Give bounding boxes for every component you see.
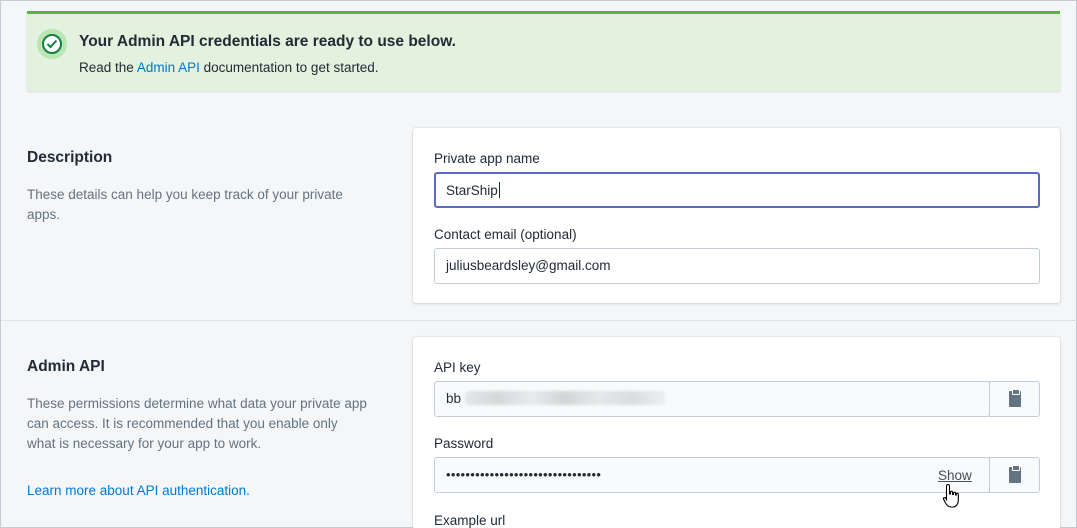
email-input[interactable]: juliusbeardsley@gmail.com	[434, 248, 1040, 284]
copy-password-button[interactable]	[989, 457, 1040, 493]
banner-title: Your Admin API credentials are ready to …	[79, 33, 456, 50]
password-label: Password	[434, 436, 494, 451]
clipboard-icon	[1008, 389, 1021, 407]
redacted-key	[465, 391, 666, 405]
banner-text: Read the Admin API documentation to get …	[79, 60, 378, 75]
admin-api-link[interactable]: Admin API	[137, 60, 200, 75]
description-card: Private app name StarShip Contact email …	[413, 128, 1060, 303]
app-name-input[interactable]: StarShip	[434, 172, 1040, 208]
text-caret	[498, 182, 500, 198]
learn-more-link[interactable]: Learn more about API authentication.	[27, 483, 250, 498]
email-label: Contact email (optional)	[434, 227, 577, 242]
admin-api-title: Admin API	[27, 358, 105, 375]
show-password-link[interactable]: Show	[938, 468, 972, 483]
hand-pointer-icon	[942, 483, 959, 508]
description-text: These details can help you keep track of…	[27, 187, 343, 222]
password-input[interactable]: •••••••••••••••••••••••••••••••• Show	[434, 457, 990, 493]
app-name-label: Private app name	[434, 151, 540, 166]
section-divider	[1, 320, 1077, 321]
example-url-label: Example url	[434, 513, 506, 528]
api-key-input[interactable]: bb	[434, 381, 990, 417]
admin-api-card: API key bb Password ••••••••••••••••••••…	[413, 337, 1060, 528]
api-key-label: API key	[434, 360, 481, 375]
description-title: Description	[27, 149, 113, 166]
clipboard-icon	[1008, 465, 1021, 483]
password-value: ••••••••••••••••••••••••••••••••	[446, 467, 602, 482]
email-value: juliusbeardsley@gmail.com	[446, 258, 611, 273]
banner-text-after: documentation to get started.	[203, 60, 379, 75]
admin-api-text: These permissions determine what data yo…	[27, 396, 367, 451]
banner-text-before: Read the	[79, 60, 134, 75]
app-name-value: StarShip	[446, 183, 498, 198]
checkmark-circle-icon	[37, 29, 67, 59]
api-key-prefix: bb	[446, 391, 462, 406]
copy-api-key-button[interactable]	[989, 381, 1040, 417]
success-banner: Your Admin API credentials are ready to …	[27, 11, 1060, 91]
